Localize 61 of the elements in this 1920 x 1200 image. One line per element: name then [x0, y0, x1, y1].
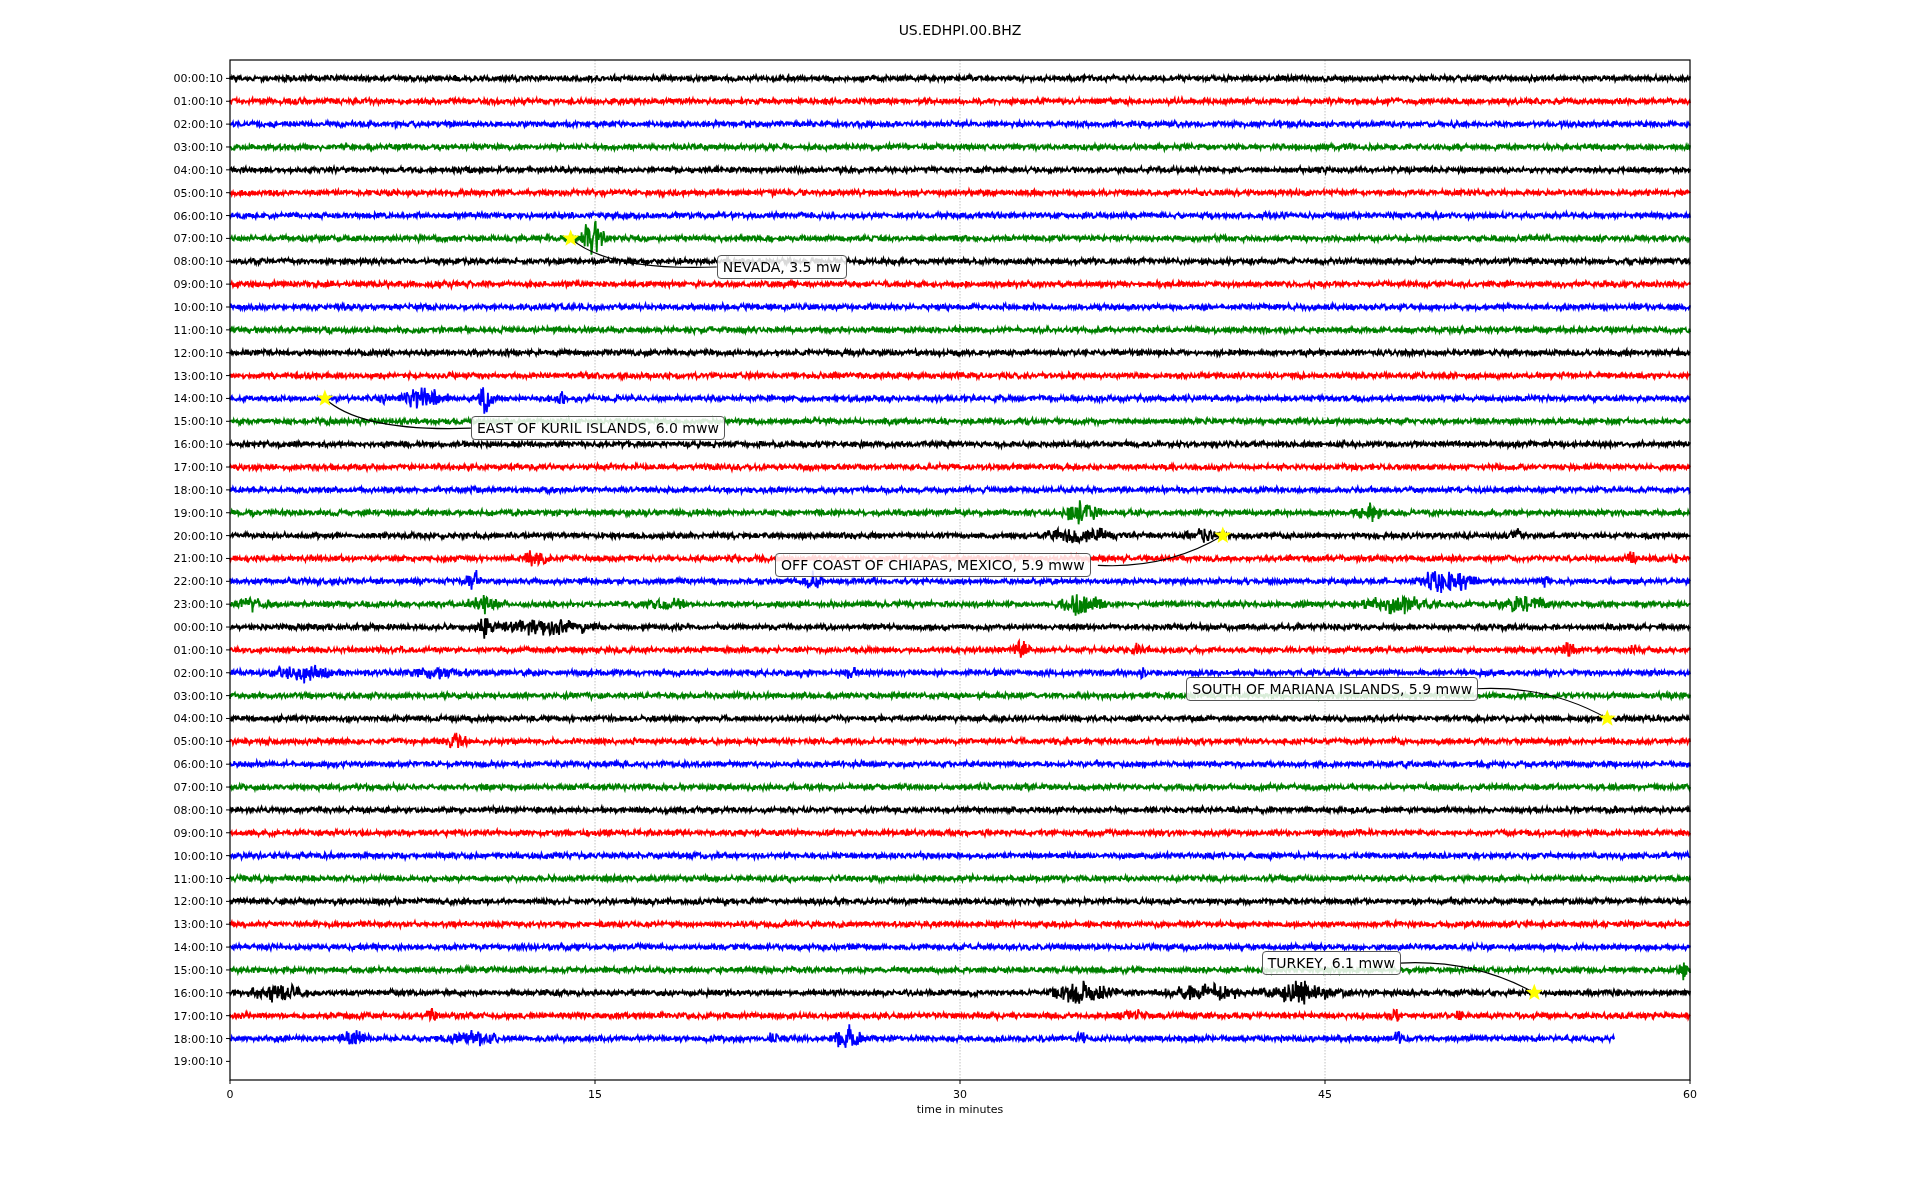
y-tick-label: 02:00:10 — [173, 666, 223, 680]
y-tick-label: 01:00:10 — [173, 643, 223, 657]
x-axis-label: time in minutes — [916, 1103, 1004, 1116]
y-tick-label: 13:00:10 — [173, 369, 223, 383]
y-tick-label: 18:00:10 — [173, 1032, 223, 1046]
y-tick-label: 15:00:10 — [173, 415, 223, 429]
x-tick-label: 30 — [953, 1088, 967, 1101]
y-tick-label: 06:00:10 — [173, 758, 223, 772]
y-tick-label: 03:00:10 — [173, 689, 223, 703]
y-tick-label: 16:00:10 — [173, 438, 223, 452]
y-tick-label: 11:00:10 — [173, 872, 223, 886]
y-tick-label: 05:00:10 — [173, 186, 223, 200]
y-tick-label: 14:00:10 — [173, 941, 223, 955]
chart-title: US.EDHPI.00.BHZ — [898, 22, 1022, 38]
y-tick-label: 22:00:10 — [173, 575, 223, 589]
event-label: OFF COAST OF CHIAPAS, MEXICO, 5.9 mww — [775, 553, 1091, 578]
y-tick-label: 09:00:10 — [173, 826, 223, 840]
y-tick-label: 18:00:10 — [173, 483, 223, 497]
y-tick-label: 08:00:10 — [173, 803, 223, 817]
star-icon — [1598, 709, 1616, 726]
y-tick-label: 16:00:10 — [173, 986, 223, 1000]
y-tick-label: 03:00:10 — [173, 141, 223, 154]
y-tick-label: 19:00:10 — [173, 1055, 223, 1069]
y-tick-label: 17:00:10 — [173, 461, 223, 474]
y-tick-label: 15:00:10 — [173, 963, 223, 977]
y-tick-label: 19:00:10 — [173, 506, 223, 520]
event-label: EAST OF KURIL ISLANDS, 6.0 mww — [470, 416, 725, 441]
y-tick-label: 10:00:10 — [173, 849, 223, 863]
y-tick-label: 12:00:10 — [173, 346, 223, 360]
y-tick-label: 06:00:10 — [173, 209, 223, 223]
star-icon — [1214, 526, 1232, 543]
y-tick-label: 08:00:10 — [173, 255, 223, 269]
y-tick-label: 10:00:10 — [173, 301, 223, 314]
y-tick-label: 11:00:10 — [173, 323, 223, 337]
y-tick-label: 07:00:10 — [173, 232, 223, 246]
event-label: TURKEY, 6.1 mww — [1261, 951, 1401, 976]
event-label: NEVADA, 3.5 mw — [716, 255, 848, 279]
y-tick-label: 21:00:10 — [173, 552, 223, 566]
event-label: SOUTH OF MARIANA ISLANDS, 5.9 mww — [1186, 676, 1479, 701]
y-tick-label: 14:00:10 — [173, 392, 223, 406]
y-tick-label: 04:00:10 — [173, 712, 223, 726]
y-tick-label: 09:00:10 — [173, 278, 223, 292]
star-icon — [1525, 983, 1543, 1001]
y-tick-label: 20:00:10 — [173, 529, 223, 543]
y-tick-label: 07:00:10 — [173, 781, 223, 795]
x-tick-label: 0 — [226, 1088, 234, 1101]
y-tick-label: 02:00:10 — [173, 118, 223, 132]
y-tick-label: 00:00:10 — [173, 72, 223, 86]
y-tick-label: 05:00:10 — [173, 735, 223, 749]
x-tick-label: 15 — [588, 1088, 602, 1101]
star-icon — [562, 229, 580, 246]
y-tick-label: 12:00:10 — [173, 895, 223, 909]
y-tick-label: 00:00:10 — [173, 621, 223, 635]
y-tick-label: 17:00:10 — [173, 1009, 223, 1023]
y-tick-label: 13:00:10 — [173, 918, 223, 932]
y-tick-label: 04:00:10 — [173, 163, 223, 177]
y-tick-label: 23:00:10 — [173, 598, 223, 612]
y-tick-label: 01:00:10 — [173, 95, 223, 109]
x-tick-label: 45 — [1318, 1088, 1332, 1101]
star-icon — [316, 389, 334, 406]
x-tick-label: 60 — [1683, 1088, 1697, 1101]
